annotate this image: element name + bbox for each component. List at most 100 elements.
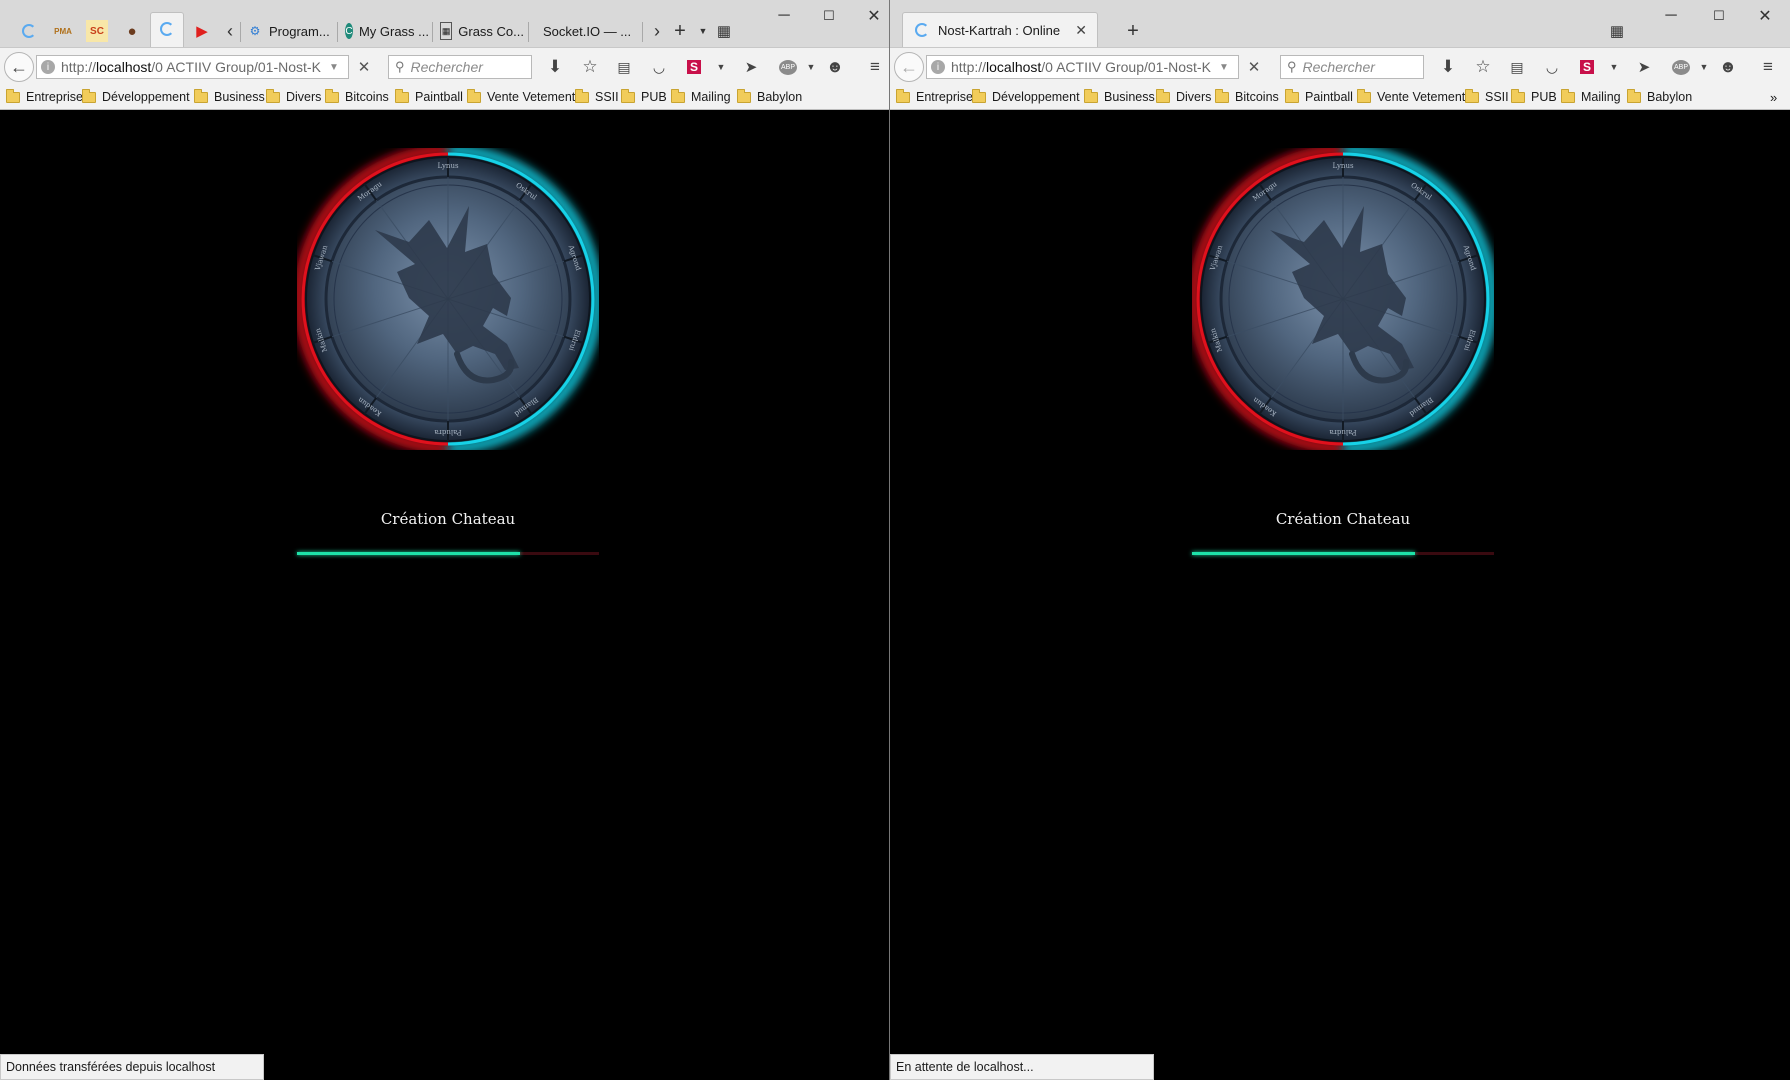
search-icon: ⚲ (1287, 59, 1297, 74)
minimize-icon[interactable]: ─ (762, 4, 806, 28)
bookmark-entreprise[interactable]: Entreprise (6, 88, 83, 106)
tab-program[interactable]: ⚙ Program... (247, 18, 335, 44)
tab-my-grass[interactable]: C My Grass ... (345, 18, 429, 44)
tab-groups-icon[interactable]: ▦ (1606, 20, 1628, 42)
bookmark-vente-vetement[interactable]: Vente Vetement (1357, 88, 1465, 106)
smiley-icon[interactable]: ☻ (1715, 54, 1741, 80)
send-icon[interactable]: ➤ (738, 54, 764, 80)
scroll-tabs-right-icon[interactable]: › (646, 20, 668, 42)
url-dropdown-icon[interactable]: ▼ (326, 55, 342, 79)
game-viewport: Vjawan Moragu Lynus Oskrul Agrond Eldrui Blamu… (0, 110, 889, 1080)
back-button[interactable]: ← (894, 52, 924, 82)
folder-icon (1215, 88, 1229, 103)
close-window-icon[interactable]: ✕ (852, 4, 889, 28)
svg-text:Lynus: Lynus (437, 162, 458, 170)
back-button[interactable]: ← (4, 52, 34, 82)
bookmark-babylon[interactable]: Babylon (737, 88, 802, 106)
bookmark-mailing[interactable]: Mailing (671, 88, 731, 106)
bookmark-paintball[interactable]: Paintball (395, 88, 463, 106)
bookmark-divers[interactable]: Divers (1156, 88, 1211, 106)
tab-socketio[interactable]: Socket.IO — ... (543, 18, 633, 44)
maximize-icon[interactable]: ☐ (1697, 4, 1741, 28)
folder-icon (325, 88, 339, 103)
calculator-icon: ▦ (440, 22, 453, 40)
chevron-down-icon[interactable]: ▼ (1691, 54, 1717, 80)
tab-nost-kartrah[interactable]: Nost-Kartrah : Online ✕ (902, 12, 1098, 47)
chevron-down-icon[interactable]: ▼ (692, 20, 714, 42)
bookmark-paintball[interactable]: Paintball (1285, 88, 1353, 106)
new-tab-icon[interactable]: + (669, 20, 691, 42)
chevron-down-icon[interactable]: ▼ (1601, 54, 1627, 80)
folder-icon (1561, 88, 1575, 103)
folder-icon (1511, 88, 1525, 103)
folder-icon (395, 88, 409, 103)
firefox-spinner-icon[interactable] (18, 20, 40, 42)
arrow-left-icon: ← (900, 56, 918, 77)
bookmark-ssii[interactable]: SSII (1465, 88, 1509, 106)
bookmark-developpement[interactable]: Développement (82, 88, 190, 106)
star-icon[interactable]: ☆ (1470, 54, 1496, 80)
scroll-tabs-left-icon[interactable]: ‹ (219, 20, 241, 42)
bookmark-mailing[interactable]: Mailing (1561, 88, 1621, 106)
search-input[interactable]: ⚲ Rechercher (1280, 55, 1424, 79)
search-input[interactable]: ⚲ Rechercher (388, 55, 532, 79)
folder-icon (621, 88, 635, 103)
phpmyadmin-icon[interactable]: PMA (52, 20, 74, 42)
active-pinned-tab[interactable] (150, 12, 184, 47)
menu-icon[interactable]: ≡ (862, 54, 888, 80)
bookmark-ssii[interactable]: SSII (575, 88, 619, 106)
svg-text:Paludra: Paludra (434, 428, 461, 436)
tab-grass-co[interactable]: ▦ Grass Co... (440, 18, 524, 44)
info-icon: i (41, 60, 55, 74)
url-bar[interactable]: i http://localhost/0 ACTIIV Group/01-Nos… (926, 55, 1239, 79)
reader-icon[interactable]: ▤ (611, 54, 637, 80)
bookmark-business[interactable]: Business (1084, 88, 1155, 106)
chevron-down-icon[interactable]: ▼ (798, 54, 824, 80)
minimize-icon[interactable]: ─ (1649, 4, 1693, 28)
download-icon[interactable]: ⬇ (542, 54, 568, 80)
s-addon-icon[interactable]: S (681, 54, 707, 80)
bookmark-developpement[interactable]: Développement (972, 88, 1080, 106)
folder-icon (1627, 88, 1641, 103)
new-tab-icon[interactable]: + (1122, 20, 1144, 42)
bookmark-pub[interactable]: PUB (1511, 88, 1557, 106)
stop-button[interactable]: ✕ (351, 54, 377, 80)
folder-icon (1465, 88, 1479, 103)
reader-icon[interactable]: ▤ (1504, 54, 1530, 80)
folder-icon (1357, 88, 1371, 103)
bookmark-divers[interactable]: Divers (266, 88, 321, 106)
send-icon[interactable]: ➤ (1631, 54, 1657, 80)
close-tab-icon[interactable]: ✕ (1075, 22, 1087, 39)
bookmark-babylon[interactable]: Babylon (1627, 88, 1692, 106)
url-dropdown-icon[interactable]: ▼ (1216, 55, 1232, 79)
bookmark-entreprise[interactable]: Entreprise (896, 88, 973, 106)
bookmark-vente-vetement[interactable]: Vente Vetement (467, 88, 575, 106)
bookmark-bitcoins[interactable]: Bitcoins (325, 88, 389, 106)
folder-icon (896, 88, 910, 103)
star-icon[interactable]: ☆ (577, 54, 603, 80)
right-browser-window: Nost-Kartrah : Online ✕ + ▦ ─ ☐ ✕ ← i ht… (890, 0, 1790, 1080)
game-emblem: Vjawan Moragu Lynus Oskrul Agrond Eldrui Blamu… (1189, 145, 1497, 453)
menu-icon[interactable]: ≡ (1755, 54, 1781, 80)
svg-text:Lynus: Lynus (1332, 162, 1353, 170)
folder-icon (1156, 88, 1170, 103)
bookmarks-overflow-icon[interactable]: » (1770, 88, 1777, 106)
bookmark-business[interactable]: Business (194, 88, 265, 106)
s-addon-icon[interactable]: S (1574, 54, 1600, 80)
status-bar: En attente de localhost... (890, 1054, 1154, 1080)
stop-button[interactable]: ✕ (1241, 54, 1267, 80)
pocket-icon[interactable]: ◡ (646, 54, 672, 80)
close-window-icon[interactable]: ✕ (1743, 4, 1787, 28)
bookmark-pub[interactable]: PUB (621, 88, 667, 106)
wolf-icon[interactable]: ● (121, 20, 143, 42)
soc-icon[interactable]: SC (86, 20, 108, 42)
tab-groups-icon[interactable]: ▦ (713, 20, 735, 42)
bookmark-bitcoins[interactable]: Bitcoins (1215, 88, 1279, 106)
url-bar[interactable]: i http://localhost/0 ACTIIV Group/01-Nos… (36, 55, 349, 79)
maximize-icon[interactable]: ☐ (807, 4, 851, 28)
smiley-icon[interactable]: ☻ (822, 54, 848, 80)
chevron-down-icon[interactable]: ▼ (708, 54, 734, 80)
youtube-icon[interactable]: ▶ (191, 20, 213, 42)
download-icon[interactable]: ⬇ (1435, 54, 1461, 80)
pocket-icon[interactable]: ◡ (1539, 54, 1565, 80)
